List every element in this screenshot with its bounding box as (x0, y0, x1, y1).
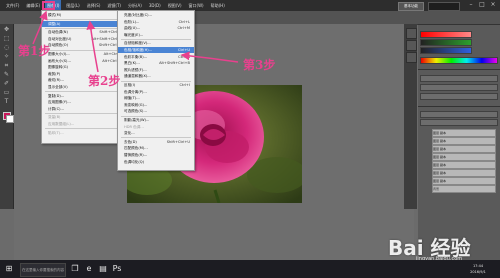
taskbar: ⊞ 在这里输入你要搜索的内容 ❐ e ▤ Ps 17:44 2016/9/1 (0, 260, 500, 278)
taskbar-search-input[interactable]: 在这里输入你要搜索的内容 (20, 263, 66, 277)
step1-arrow (32, 10, 48, 45)
task-view-icon[interactable]: ❐ (70, 263, 80, 275)
step2-arrow (86, 20, 99, 73)
folder-icon[interactable]: ▤ (98, 263, 108, 275)
photoshop-taskbar-icon[interactable]: Ps (112, 263, 122, 275)
windows-start-icon[interactable]: ⊞ (4, 263, 14, 275)
clock: 17:44 2016/9/1 (460, 263, 496, 275)
clock-date: 2016/9/1 (470, 270, 486, 274)
step3-arrow (180, 51, 239, 63)
browser-icon[interactable]: e (84, 263, 94, 275)
